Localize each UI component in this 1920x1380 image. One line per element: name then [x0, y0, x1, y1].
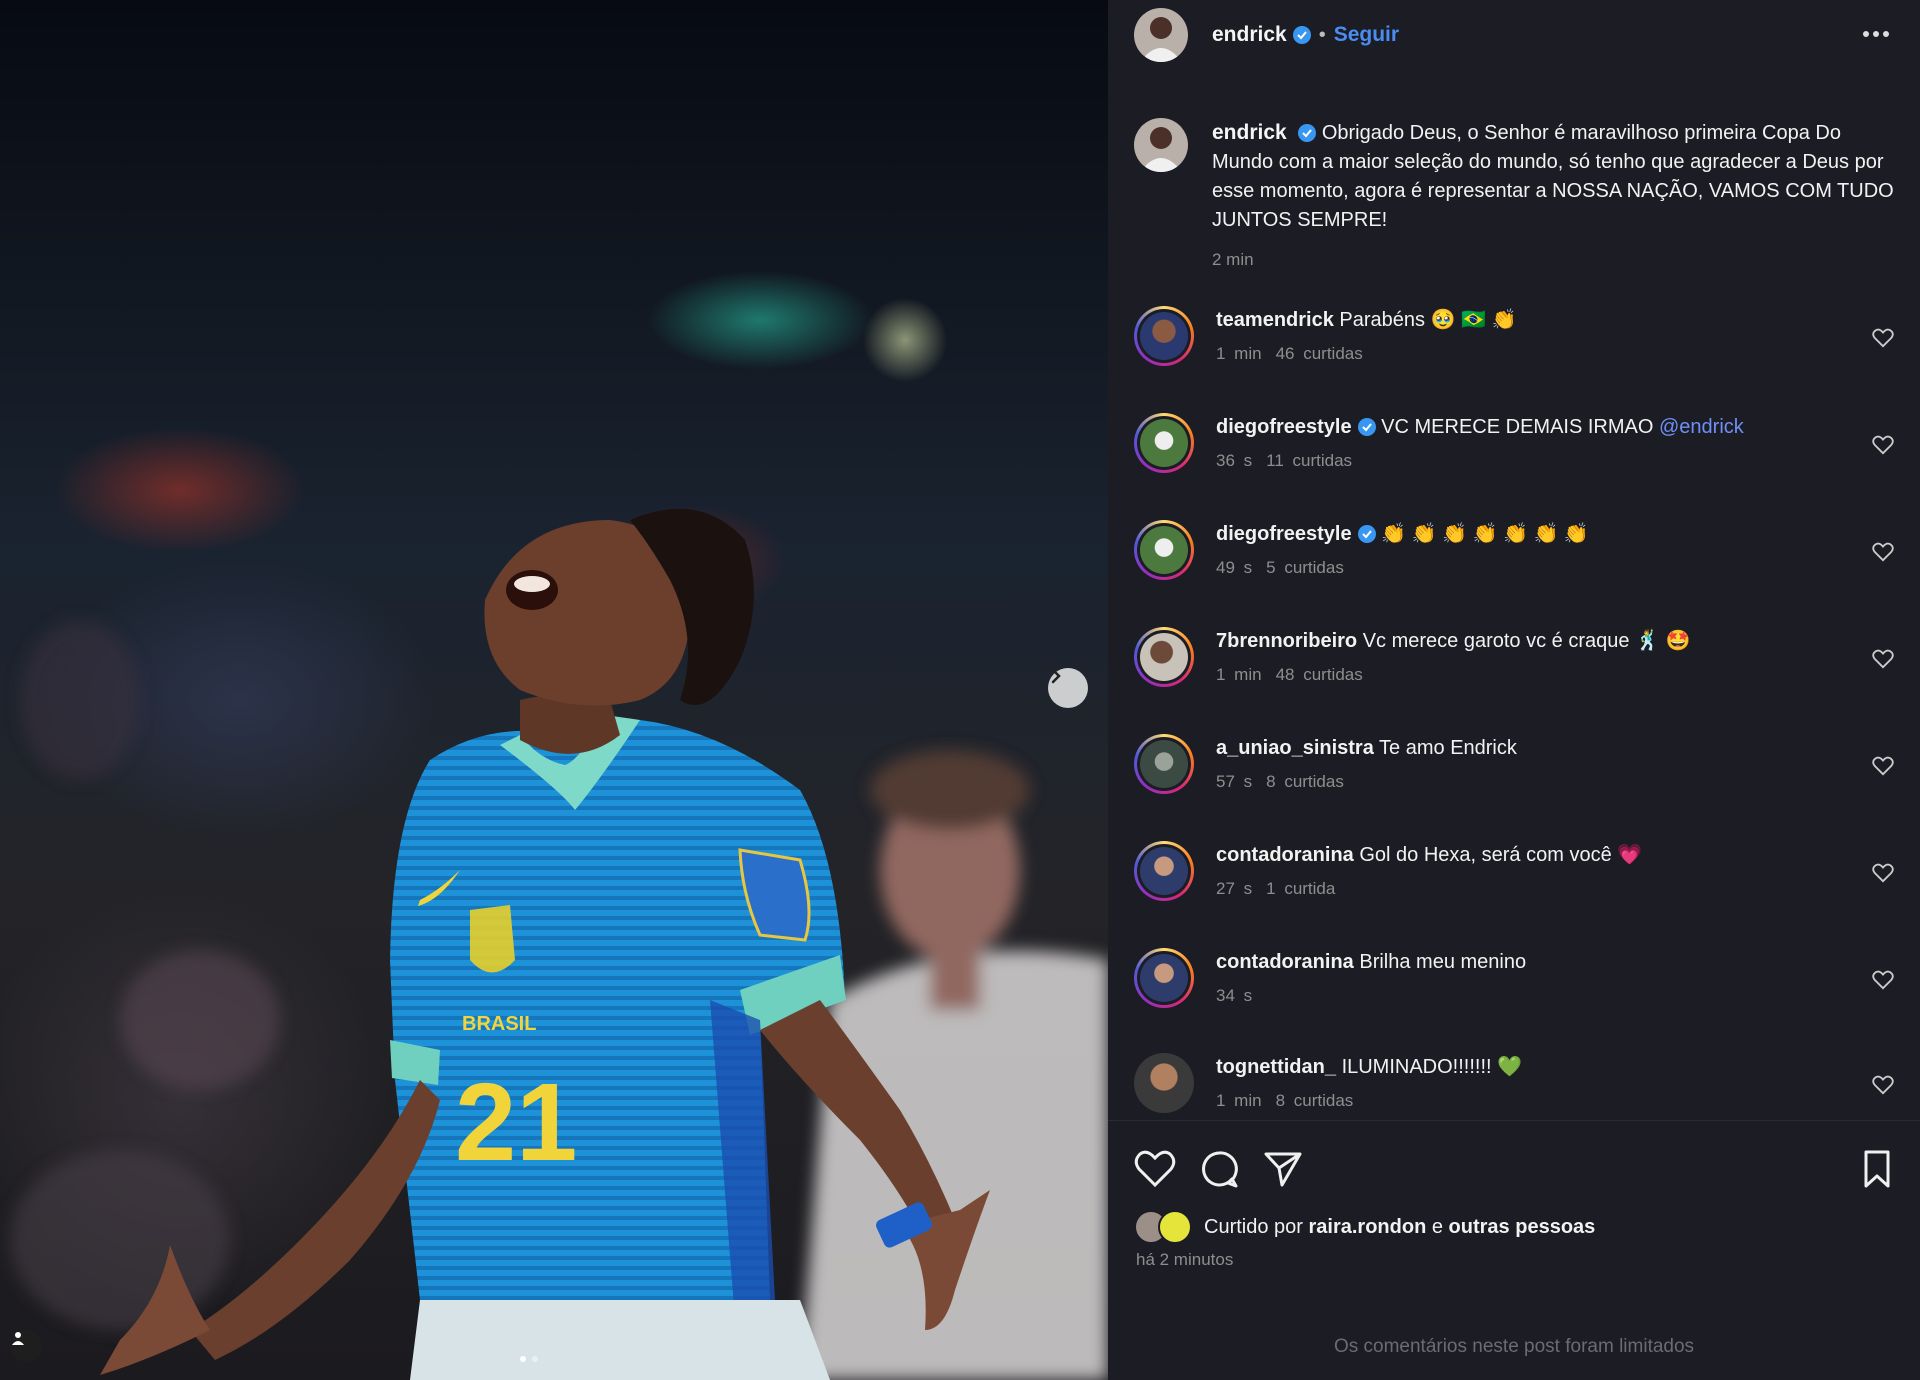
- comment-username[interactable]: teamendrick: [1216, 309, 1334, 331]
- comment-likes[interactable]: 8 curtidas: [1276, 1091, 1354, 1110]
- comment-item: tognettidan_ ILUMINADO!!!!!!! 💚 1 min 8 c…: [1134, 1053, 1904, 1120]
- commenter-avatar[interactable]: [1134, 520, 1194, 580]
- comment-time: 34 s: [1216, 986, 1253, 1005]
- comment-item: teamendrick Parabéns 🥹 🇧🇷 👏 1 min 46 curt…: [1134, 306, 1904, 412]
- post-photo[interactable]: BRASIL 21: [0, 0, 1108, 1380]
- commenter-avatar[interactable]: [1134, 1053, 1194, 1113]
- author-avatar[interactable]: [1134, 8, 1188, 62]
- commenter-avatar[interactable]: [1134, 413, 1194, 473]
- verified-icon: [1298, 124, 1317, 142]
- verified-icon: [1292, 26, 1311, 44]
- comment-text: Parabéns 🥹 🇧🇷 👏: [1339, 309, 1517, 331]
- heart-icon[interactable]: [1872, 863, 1894, 883]
- comment-item: contadoranina Brilha meu menino 34 s: [1134, 948, 1904, 1054]
- likes-user[interactable]: raira.rondon: [1309, 1216, 1427, 1238]
- commenter-avatar[interactable]: [1134, 734, 1194, 794]
- comment-time: 1 min: [1216, 665, 1262, 684]
- post-actions: [1108, 1120, 1920, 1211]
- instagram-post-view: BRASIL 21 endrick • Seguir endrick Obrig…: [0, 0, 1920, 1380]
- post-header: endrick • Seguir: [1108, 0, 1920, 70]
- liker-avatars: [1134, 1210, 1192, 1244]
- comment-likes[interactable]: 8 curtidas: [1266, 772, 1344, 791]
- commenter-avatar[interactable]: [1134, 306, 1194, 366]
- author-username[interactable]: endrick: [1212, 23, 1287, 47]
- comment-text: Vc merece garoto vc é craque 🕺 🤩: [1362, 630, 1691, 652]
- comment-username[interactable]: contadoranina: [1216, 844, 1354, 866]
- post-time: há 2 minutos: [1136, 1250, 1234, 1269]
- verified-icon: [1357, 525, 1376, 543]
- comment-text: VC MERECE DEMAIS IRMAO: [1381, 416, 1654, 438]
- comment-likes[interactable]: 48 curtidas: [1276, 665, 1363, 684]
- comment-text: Te amo Endrick: [1379, 737, 1517, 759]
- comment-item: diegofreestyle 👏 👏 👏 👏 👏 👏 👏 49 s 5 curti…: [1134, 520, 1904, 626]
- comment-mention[interactable]: @endrick: [1659, 416, 1744, 438]
- comment-likes[interactable]: 46 curtidas: [1276, 344, 1363, 363]
- comment-time: 36 s: [1216, 451, 1253, 470]
- carousel-dots: [520, 1356, 538, 1362]
- comment-item: a_uniao_sinistra Te amo Endrick 57 s 8 cu…: [1134, 734, 1904, 840]
- heart-icon[interactable]: [1872, 756, 1894, 776]
- more-icon[interactable]: [1860, 22, 1892, 46]
- comment-item: diegofreestyle VC MERECE DEMAIS IRMAO @e…: [1134, 413, 1904, 519]
- comment-text: 👏 👏 👏 👏 👏 👏 👏: [1381, 523, 1589, 545]
- comment-text: Gol do Hexa, será com você 💗: [1359, 844, 1643, 866]
- heart-icon[interactable]: [1872, 435, 1894, 455]
- comment-username[interactable]: a_uniao_sinistra: [1216, 737, 1374, 759]
- comment-username[interactable]: contadoranina: [1216, 951, 1354, 973]
- likes-connector: e: [1431, 1215, 1443, 1238]
- photo-illustration: BRASIL 21: [10, 508, 1108, 1380]
- commenter-avatar[interactable]: [1134, 627, 1194, 687]
- verified-icon: [1357, 418, 1376, 436]
- comment-likes[interactable]: 1 curtida: [1266, 879, 1335, 898]
- comment-time: 1 min: [1216, 1091, 1262, 1110]
- comment-username[interactable]: 7brennoribeiro: [1216, 630, 1357, 652]
- caption-time: 2 min: [1212, 250, 1254, 269]
- likes-summary: Curtido por raira.rondon e outras pessoa…: [1134, 1210, 1595, 1244]
- heart-icon[interactable]: [1872, 328, 1894, 348]
- jersey-number: 21: [455, 1061, 577, 1184]
- comment-time: 27 s: [1216, 879, 1253, 898]
- heart-icon[interactable]: [1872, 970, 1894, 990]
- commenter-avatar[interactable]: [1134, 841, 1194, 901]
- post-caption: endrick Obrigado Deus, o Senhor é maravi…: [1134, 118, 1894, 274]
- header-separator: •: [1318, 23, 1326, 46]
- comment-text: ILUMINADO!!!!!!! 💚: [1341, 1056, 1523, 1078]
- comment-likes[interactable]: 5 curtidas: [1266, 558, 1344, 577]
- comment-item: contadoranina Gol do Hexa, será com você…: [1134, 841, 1904, 947]
- comment-username[interactable]: tognettidan_: [1216, 1056, 1336, 1078]
- comment-username[interactable]: diegofreestyle: [1216, 416, 1352, 438]
- comments-list[interactable]: teamendrick Parabéns 🥹 🇧🇷 👏 1 min 46 curt…: [1108, 306, 1920, 1120]
- caption-avatar[interactable]: [1134, 118, 1188, 172]
- comment-time: 49 s: [1216, 558, 1253, 577]
- heart-icon[interactable]: [1872, 649, 1894, 669]
- post-sidebar: endrick • Seguir endrick Obrigado Deus, …: [1108, 0, 1920, 1380]
- badge-text: BRASIL: [462, 1013, 536, 1035]
- share-icon[interactable]: [1262, 1149, 1304, 1189]
- bookmark-icon[interactable]: [1856, 1149, 1898, 1189]
- commenter-avatar[interactable]: [1134, 948, 1194, 1008]
- follow-button[interactable]: Seguir: [1334, 23, 1399, 47]
- comment-time: 1 min: [1216, 344, 1262, 363]
- comments-limited-notice: Os comentários neste post foram limitado…: [1333, 1336, 1695, 1357]
- comment-likes[interactable]: 11 curtidas: [1266, 451, 1352, 470]
- next-arrow-icon: [1051, 668, 1061, 684]
- comment-text: Brilha meu menino: [1359, 951, 1527, 973]
- next-photo-button[interactable]: [1048, 668, 1088, 708]
- comment-item: 7brennoribeiro Vc merece garoto vc é cra…: [1134, 627, 1904, 733]
- liker-avatar[interactable]: [1158, 1210, 1192, 1244]
- tagged-users-button[interactable]: [10, 1330, 42, 1362]
- tag-user-icon: [12, 1332, 24, 1345]
- heart-icon[interactable]: [1872, 542, 1894, 562]
- caption-username[interactable]: endrick: [1212, 121, 1287, 144]
- likes-others[interactable]: outras pessoas: [1449, 1216, 1596, 1238]
- likes-prefix: Curtido por: [1204, 1215, 1303, 1238]
- heart-icon[interactable]: [1872, 1075, 1894, 1095]
- comment-icon[interactable]: [1198, 1149, 1240, 1189]
- heart-icon[interactable]: [1134, 1149, 1176, 1189]
- comment-time: 57 s: [1216, 772, 1253, 791]
- comment-username[interactable]: diegofreestyle: [1216, 523, 1352, 545]
